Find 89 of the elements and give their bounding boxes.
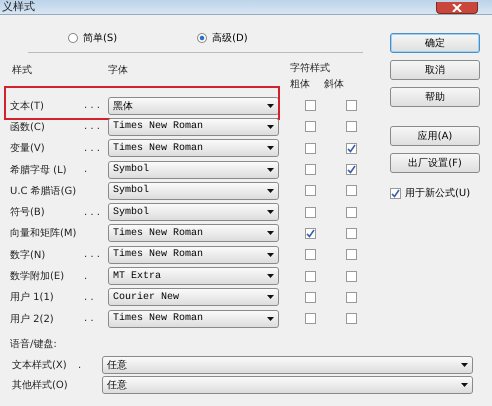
bold-checkbox[interactable] <box>305 164 316 176</box>
caret-icon <box>267 252 274 257</box>
style-dropdown[interactable]: 任意 <box>102 376 473 394</box>
leader-dots: . . . <box>84 249 101 260</box>
bold-checkbox[interactable] <box>305 100 316 112</box>
font-dropdown[interactable]: Times New Roman <box>108 224 279 242</box>
style-label: 用户 1(1) <box>9 290 55 304</box>
bold-checkbox[interactable] <box>305 249 316 260</box>
bold-checkbox[interactable] <box>305 313 316 324</box>
column-header: 粗体 <box>290 78 310 91</box>
column-header: 样式 <box>12 64 32 77</box>
style-label: U.C 希腊语(G) <box>9 184 78 198</box>
font-dropdown[interactable]: Times New Roman <box>108 118 279 136</box>
caret-icon <box>267 124 274 129</box>
caret-icon <box>267 295 274 300</box>
caret-icon <box>461 383 468 388</box>
font-dropdown[interactable]: Times New Roman <box>108 310 279 328</box>
check-icon <box>391 188 400 198</box>
leader-dots: . <box>78 360 82 371</box>
style-label: 变量(V) <box>9 142 46 156</box>
caret-icon <box>461 363 468 368</box>
dialog-button[interactable]: 应用(A) <box>390 126 480 146</box>
italic-checkbox[interactable] <box>346 121 357 132</box>
bold-checkbox[interactable] <box>305 142 316 154</box>
style-label: 文本(T) <box>9 100 45 113</box>
caret-icon <box>267 104 274 108</box>
style-label: 符号(B) <box>9 206 46 220</box>
leader-dots: . <box>84 164 88 176</box>
column-header: 字体 <box>108 64 128 77</box>
close-icon <box>452 4 462 12</box>
italic-checkbox[interactable] <box>346 185 357 196</box>
dialog-button[interactable]: 取消 <box>390 60 480 80</box>
italic-checkbox[interactable] <box>346 142 357 154</box>
italic-checkbox[interactable] <box>346 228 357 239</box>
italic-checkbox[interactable] <box>346 164 357 176</box>
italic-checkbox[interactable] <box>346 270 357 282</box>
font-dropdown[interactable]: Symbol <box>108 160 279 179</box>
style-label: 向量和矩阵(M) <box>9 226 78 240</box>
italic-checkbox[interactable] <box>346 313 357 324</box>
font-dropdown[interactable]: Courier New <box>108 288 279 306</box>
font-dropdown[interactable]: 黑体 <box>108 96 279 115</box>
style-dropdown[interactable]: 任意 <box>102 356 473 374</box>
bold-checkbox[interactable] <box>305 228 316 239</box>
column-header: 字符样式 <box>290 62 331 75</box>
font-dropdown[interactable]: Times New Roman <box>108 139 279 158</box>
caret-icon <box>267 210 274 214</box>
italic-checkbox[interactable] <box>346 292 357 303</box>
dialog-button[interactable]: 出厂设置(F) <box>390 153 480 173</box>
italic-checkbox[interactable] <box>346 206 357 218</box>
close-button[interactable] <box>436 2 478 14</box>
bold-checkbox[interactable] <box>305 292 316 303</box>
radio-option[interactable]: 简单(S) <box>68 31 118 45</box>
caret-icon <box>267 188 274 193</box>
radio-option[interactable]: 高级(D) <box>197 31 248 45</box>
dialog-button[interactable]: 确定 <box>390 33 480 53</box>
leader-dots: . . <box>84 292 95 303</box>
font-dropdown[interactable]: Symbol <box>108 182 279 200</box>
leader-dots: . <box>84 270 88 282</box>
font-dropdown[interactable]: Times New Roman <box>108 246 279 264</box>
caret-icon <box>267 146 274 150</box>
leader-dots: . . . <box>84 206 101 218</box>
leader-dots: . . . <box>84 100 101 112</box>
italic-checkbox[interactable] <box>346 100 357 112</box>
leader-dots: . . . <box>84 142 101 154</box>
column-header: 斜体 <box>324 78 344 91</box>
caret-icon <box>267 168 274 172</box>
style-label: 数学附加(E) <box>9 270 66 284</box>
leader-dots: . . <box>84 313 95 324</box>
style-label: 数字(N) <box>9 248 46 262</box>
dialog-button[interactable]: 帮助 <box>390 87 480 107</box>
window-title: 义样式 <box>2 0 35 14</box>
style-label: 用户 2(2) <box>9 312 55 326</box>
section-label: 语音/键盘: <box>10 338 58 352</box>
leader-dots: . . . <box>84 121 101 132</box>
style-label: 其他样式(O) <box>11 378 69 392</box>
bold-checkbox[interactable] <box>305 185 316 196</box>
font-dropdown[interactable]: MT Extra <box>108 267 279 286</box>
style-label: 文本样式(X) <box>11 358 68 372</box>
bold-checkbox[interactable] <box>305 121 316 132</box>
caret-icon <box>267 231 274 236</box>
style-label: 函数(C) <box>9 120 46 134</box>
caret-icon <box>267 274 274 278</box>
checkbox[interactable]: 用于新公式(U) <box>390 186 480 200</box>
bold-checkbox[interactable] <box>305 206 316 218</box>
bold-checkbox[interactable] <box>305 270 316 282</box>
italic-checkbox[interactable] <box>346 249 357 260</box>
style-label: 希腊字母 (L) <box>9 164 68 177</box>
font-dropdown[interactable]: Symbol <box>108 203 279 222</box>
caret-icon <box>267 316 274 321</box>
